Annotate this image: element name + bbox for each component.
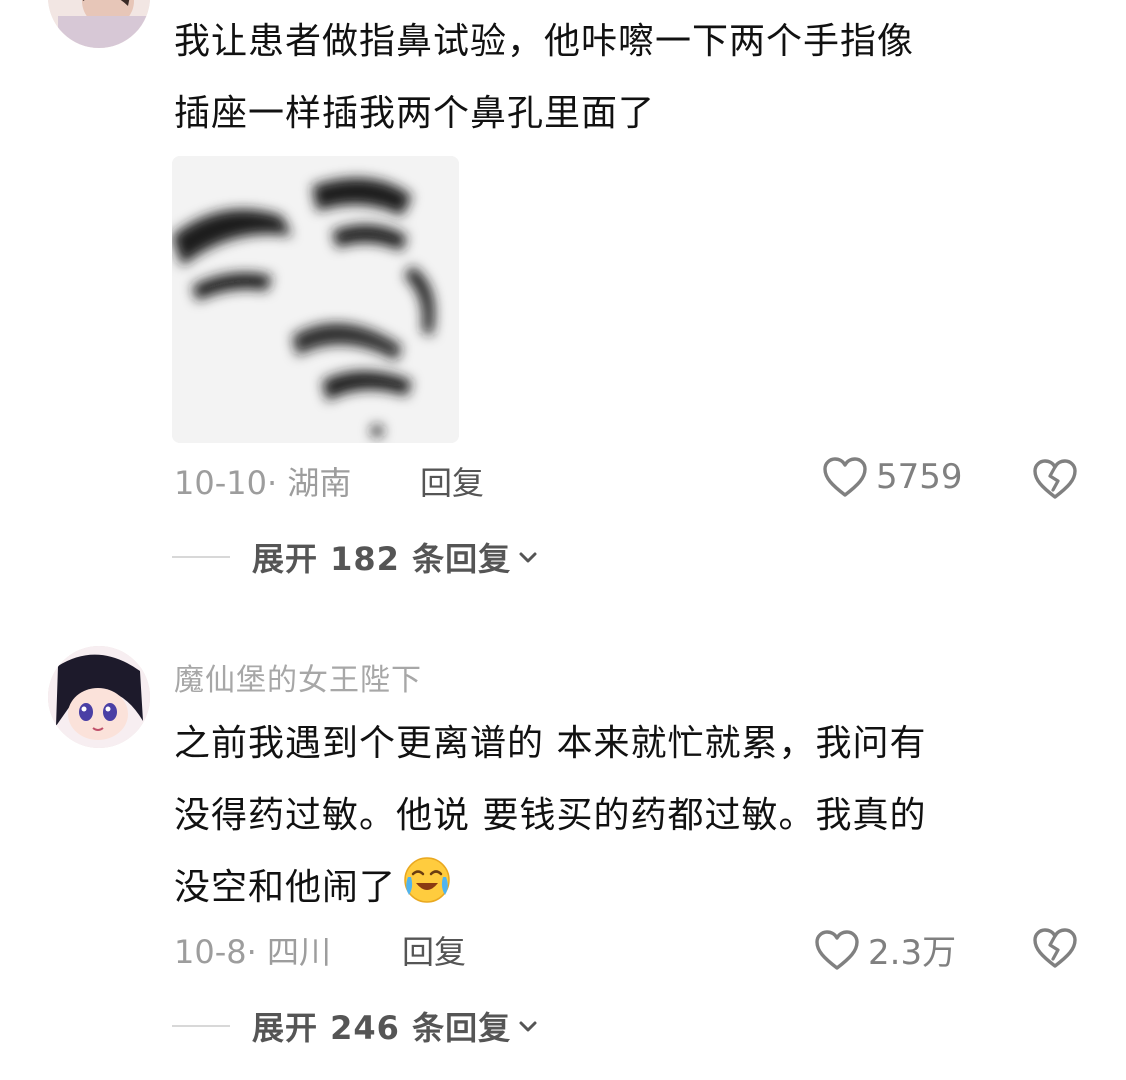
heart-outline-icon xyxy=(815,929,859,970)
comment-text-line: 插座一样插我两个鼻孔里面了 xyxy=(174,93,656,134)
expand-replies-label: 展开 246 条回复 xyxy=(252,1009,512,1047)
reply-button[interactable]: 回复 xyxy=(420,458,484,504)
like-button[interactable]: 2.3万 xyxy=(814,925,956,974)
comment-text-line: 没得药过敏。他说 要钱买的药都过敏。我真的 xyxy=(174,795,927,836)
dislike-button[interactable] xyxy=(1032,927,1078,973)
meme-face-image xyxy=(172,156,459,443)
reply-button[interactable]: 回复 xyxy=(402,927,466,973)
comment-text-line: 我让患者做指鼻试验，他咔嚓一下两个手指像 xyxy=(174,21,915,62)
expand-replies-button[interactable]: 展开 246 条回复 xyxy=(172,1003,539,1049)
broken-heart-icon xyxy=(1033,928,1077,968)
heart-outline-icon xyxy=(823,457,867,497)
expand-replies-button[interactable]: 展开 182 条回复 xyxy=(172,534,539,580)
comment-text-line: 之前我遇到个更离谱的 本来就忙就累，我问有 xyxy=(174,723,927,764)
comment-text: 之前我遇到个更离谱的 本来就忙就累，我问有 没得药过敏。他说 要钱买的药都过敏。… xyxy=(174,708,1094,924)
crying-laughing-emoji-icon xyxy=(404,857,450,903)
chevron-down-icon xyxy=(519,1021,537,1032)
divider-line xyxy=(172,1025,230,1027)
like-count: 2.3万 xyxy=(868,933,957,973)
broken-heart-icon xyxy=(1033,459,1077,499)
divider-line xyxy=(172,556,230,558)
date-location: 10-8· 四川 xyxy=(174,933,331,971)
like-count: 5759 xyxy=(876,457,963,497)
comment-text: 我让患者做指鼻试验，他咔嚓一下两个手指像 插座一样插我两个鼻孔里面了 xyxy=(174,6,1074,150)
comment-text-line: 没空和他闹了 xyxy=(174,867,397,908)
avatar[interactable] xyxy=(48,0,150,48)
author-name[interactable]: 魔仙堡的女王陛下 xyxy=(174,655,422,699)
comment-text-line-with-emoji: 没空和他闹了 xyxy=(174,852,1094,924)
chevron-down-icon xyxy=(519,552,537,563)
avatar[interactable] xyxy=(48,646,150,748)
sticker-image[interactable] xyxy=(172,156,459,443)
like-button[interactable]: 5759 xyxy=(822,456,963,498)
date-location: 10-10· 湖南 xyxy=(174,464,352,502)
expand-replies-label: 展开 182 条回复 xyxy=(252,540,512,578)
dislike-button[interactable] xyxy=(1032,458,1078,504)
